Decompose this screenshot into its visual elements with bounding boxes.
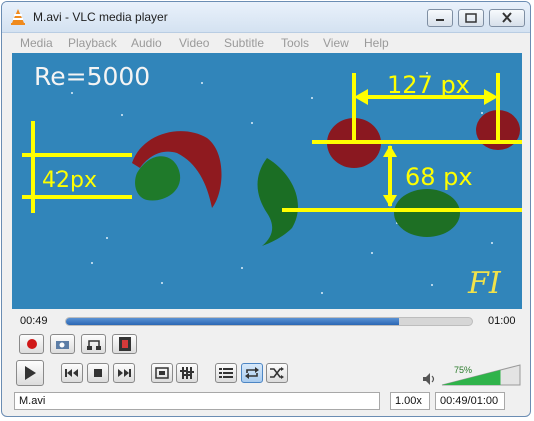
record-button[interactable] [19,334,44,354]
maximize-icon [465,13,477,23]
fullscreen-icon [155,367,169,379]
window-title: M.avi - VLC media player [33,10,168,24]
playlist-icon [219,368,233,378]
shuffle-icon [270,367,284,379]
menu-audio[interactable]: Audio [131,36,162,50]
menu-video[interactable]: Video [179,36,209,50]
vortex-green-right [394,189,460,237]
video-area[interactable]: Re=5000 42px 127 px 68 px FI [12,53,522,309]
stop-icon [94,369,102,377]
record-icon [26,339,37,349]
frame-step-icon [118,337,131,351]
vlc-window: M.avi - VLC media player Media Playback … [1,1,531,417]
menu-playback[interactable]: Playback [68,36,117,50]
minimize-button[interactable] [427,9,453,27]
video-frame: Re=5000 42px 127 px 68 px FI [12,53,522,309]
menu-media[interactable]: Media [20,36,53,50]
measure-42-label: 42px [42,168,97,193]
play-icon [25,366,36,380]
fullscreen-button[interactable] [151,363,173,383]
loop-ab-icon [86,340,101,350]
volume-slider[interactable] [440,363,522,387]
stop-button[interactable] [87,363,109,383]
title-bar: M.avi - VLC media player [2,2,530,33]
previous-icon [65,369,78,377]
status-time[interactable]: 00:49/01:00 [435,392,505,410]
shuffle-button[interactable] [266,363,288,383]
menu-view[interactable]: View [323,36,349,50]
loop-button[interactable] [241,363,263,383]
menu-help[interactable]: Help [364,36,389,50]
seek-bar-row: 00:49 01:00 [2,312,530,332]
menu-tools[interactable]: Tools [281,36,309,50]
next-icon [118,369,131,377]
menu-bar: Media Playback Audio Video Subtitle Tool… [2,33,530,53]
elapsed-time: 00:49 [20,315,48,327]
close-icon [502,12,512,23]
frame-step-button[interactable] [112,334,137,354]
status-bar: M.avi 1.00x 00:49/01:00 [2,392,530,412]
speaker-icon[interactable] [422,372,436,386]
loop-icon [245,367,259,379]
maximize-button[interactable] [458,9,484,27]
minimize-icon [436,19,444,21]
extended-settings-button[interactable] [176,363,198,383]
close-button[interactable] [489,9,525,27]
extended-settings-icon [180,367,194,379]
seek-progress [66,318,399,325]
snapshot-button[interactable] [50,334,75,354]
vlc-cone-icon [11,9,25,25]
status-filename: M.avi [14,392,380,410]
play-button[interactable] [16,360,44,386]
previous-button[interactable] [61,363,83,383]
measure-127-label: 127 px [387,71,470,99]
snapshot-icon [55,341,69,349]
loop-ab-button[interactable] [81,334,106,354]
fi-logo: FI [467,266,502,301]
reynolds-label: Re=5000 [34,62,150,91]
menu-subtitle[interactable]: Subtitle [224,36,264,50]
total-time: 01:00 [488,315,516,327]
next-button[interactable] [113,363,135,383]
seek-slider[interactable] [65,317,473,326]
measure-68-label: 68 px [405,163,473,191]
playback-speed[interactable]: 1.00x [390,392,430,410]
playlist-button[interactable] [215,363,237,383]
